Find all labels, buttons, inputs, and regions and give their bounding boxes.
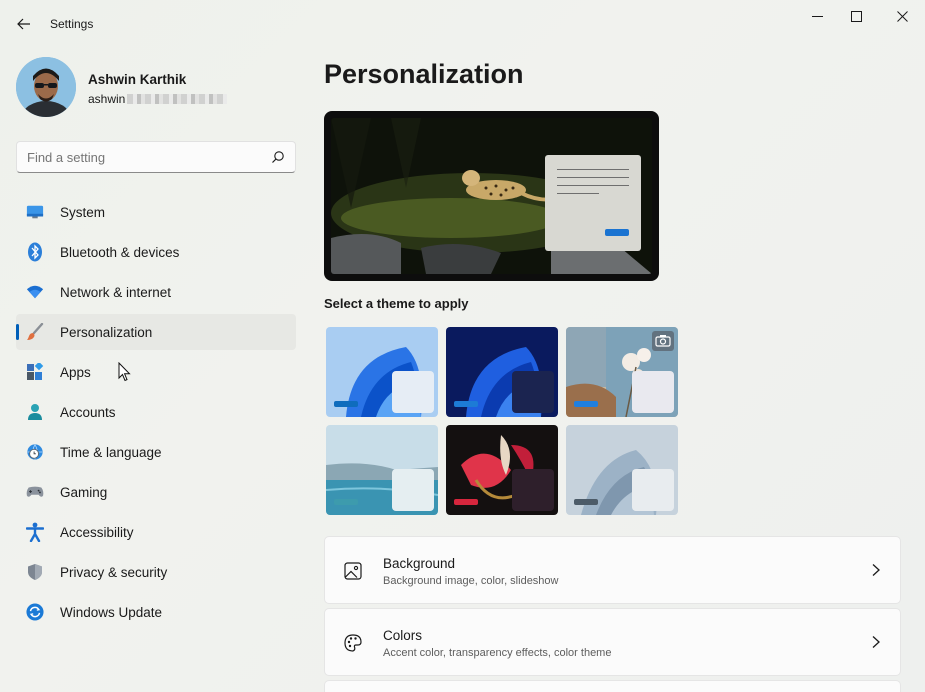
sidebar-item-label: Network & internet bbox=[60, 285, 172, 300]
theme-tile[interactable] bbox=[326, 327, 438, 417]
gamepad-icon bbox=[26, 483, 44, 501]
back-button[interactable] bbox=[10, 10, 38, 38]
avatar[interactable] bbox=[16, 57, 76, 117]
card-subtitle: Background image, color, slideshow bbox=[383, 575, 559, 587]
maximize-button[interactable] bbox=[834, 4, 878, 28]
sidebar-item-label: Privacy & security bbox=[60, 565, 168, 580]
camera-icon bbox=[652, 331, 674, 351]
sidebar-item-label: System bbox=[60, 205, 106, 220]
theme-mini-window bbox=[632, 469, 674, 511]
card-title: Background bbox=[383, 556, 456, 571]
palette-icon bbox=[344, 634, 362, 652]
theme-tile[interactable] bbox=[446, 327, 558, 417]
minimize-button[interactable] bbox=[795, 4, 839, 28]
sidebar-item-time-language[interactable]: Time & language bbox=[16, 434, 296, 470]
preview-button bbox=[605, 229, 629, 236]
person-icon bbox=[26, 403, 44, 421]
search-input[interactable] bbox=[27, 150, 257, 165]
accessibility-icon bbox=[26, 522, 44, 542]
theme-tile[interactable] bbox=[566, 425, 678, 515]
theme-mini-button bbox=[334, 401, 358, 407]
mouse-cursor-icon bbox=[118, 362, 131, 382]
preview-line bbox=[557, 177, 629, 178]
card-title: Colors bbox=[383, 628, 423, 643]
sidebar-item-accessibility[interactable]: Accessibility bbox=[16, 514, 296, 550]
bluetooth-icon bbox=[26, 242, 44, 262]
user-email-prefix: ashwin bbox=[88, 92, 126, 106]
sidebar-item-bluetooth[interactable]: Bluetooth & devices bbox=[16, 234, 296, 270]
card-subtitle: Accent color, transparency effects, colo… bbox=[383, 647, 612, 659]
theme-mini-window bbox=[392, 371, 434, 413]
system-icon bbox=[26, 203, 44, 221]
page-title: Personalization bbox=[324, 59, 524, 89]
sidebar-item-label: Accessibility bbox=[60, 525, 134, 540]
theme-mini-button bbox=[574, 499, 598, 505]
theme-mini-window bbox=[632, 371, 674, 413]
sidebar-item-network[interactable]: Network & internet bbox=[16, 274, 296, 310]
theme-mini-button bbox=[334, 499, 358, 505]
email-redaction bbox=[127, 94, 228, 104]
title-bar: Settings bbox=[0, 0, 925, 48]
sidebar-item-gaming[interactable]: Gaming bbox=[16, 474, 296, 510]
preview-line bbox=[557, 169, 629, 170]
theme-mini-button bbox=[454, 499, 478, 505]
theme-mini-button bbox=[454, 401, 478, 407]
globe-clock-icon bbox=[26, 443, 44, 461]
sidebar-item-label: Windows Update bbox=[60, 605, 163, 620]
sidebar-item-system[interactable]: System bbox=[16, 194, 296, 230]
image-icon bbox=[344, 562, 362, 580]
theme-tile[interactable] bbox=[566, 327, 678, 417]
sidebar-item-label: Gaming bbox=[60, 485, 108, 500]
apps-icon bbox=[26, 363, 44, 381]
arrow-left-icon bbox=[17, 18, 30, 30]
sidebar-nav: System Bluetooth & devices Network & int… bbox=[16, 194, 296, 634]
theme-mini-window bbox=[392, 469, 434, 511]
theme-mini-window bbox=[512, 469, 554, 511]
minimize-icon bbox=[811, 15, 823, 17]
colors-card[interactable]: Colors Accent color, transparency effect… bbox=[324, 608, 901, 676]
chevron-right-icon bbox=[872, 636, 880, 648]
wifi-icon bbox=[26, 283, 44, 301]
user-photo-icon bbox=[16, 57, 76, 117]
themes-heading: Select a theme to apply bbox=[324, 296, 469, 311]
window-preview bbox=[545, 155, 641, 251]
wallpaper-preview bbox=[331, 118, 652, 274]
shield-icon bbox=[26, 563, 44, 581]
sidebar-item-windows-update[interactable]: Windows Update bbox=[16, 594, 296, 630]
close-button[interactable] bbox=[880, 4, 924, 28]
sidebar-item-label: Apps bbox=[60, 365, 91, 380]
theme-tile[interactable] bbox=[326, 425, 438, 515]
sidebar-item-personalization[interactable]: Personalization bbox=[16, 314, 296, 350]
update-icon bbox=[26, 603, 44, 621]
maximize-icon bbox=[850, 10, 862, 22]
theme-preview bbox=[324, 111, 659, 281]
preview-line bbox=[557, 193, 599, 194]
search-box[interactable] bbox=[16, 141, 296, 173]
theme-mini-button bbox=[574, 401, 598, 407]
chevron-right-icon bbox=[872, 564, 880, 576]
sidebar-item-privacy[interactable]: Privacy & security bbox=[16, 554, 296, 590]
sidebar-item-accounts[interactable]: Accounts bbox=[16, 394, 296, 430]
theme-mini-window bbox=[512, 371, 554, 413]
user-name: Ashwin Karthik bbox=[88, 72, 187, 87]
sidebar-item-label: Time & language bbox=[60, 445, 162, 460]
user-email: ashwin bbox=[88, 92, 228, 106]
sidebar-item-label: Bluetooth & devices bbox=[60, 245, 180, 260]
search-icon[interactable] bbox=[271, 150, 285, 164]
sidebar-item-apps[interactable]: Apps bbox=[16, 354, 296, 390]
preview-line bbox=[557, 185, 629, 186]
sidebar-item-label: Accounts bbox=[60, 405, 116, 420]
background-card[interactable]: Background Background image, color, slid… bbox=[324, 536, 901, 604]
close-icon bbox=[896, 10, 908, 22]
active-indicator bbox=[16, 324, 19, 340]
brush-icon bbox=[26, 323, 44, 341]
sidebar-item-label: Personalization bbox=[60, 325, 153, 340]
next-card[interactable] bbox=[324, 680, 901, 692]
app-title: Settings bbox=[50, 17, 94, 31]
theme-tile[interactable] bbox=[446, 425, 558, 515]
